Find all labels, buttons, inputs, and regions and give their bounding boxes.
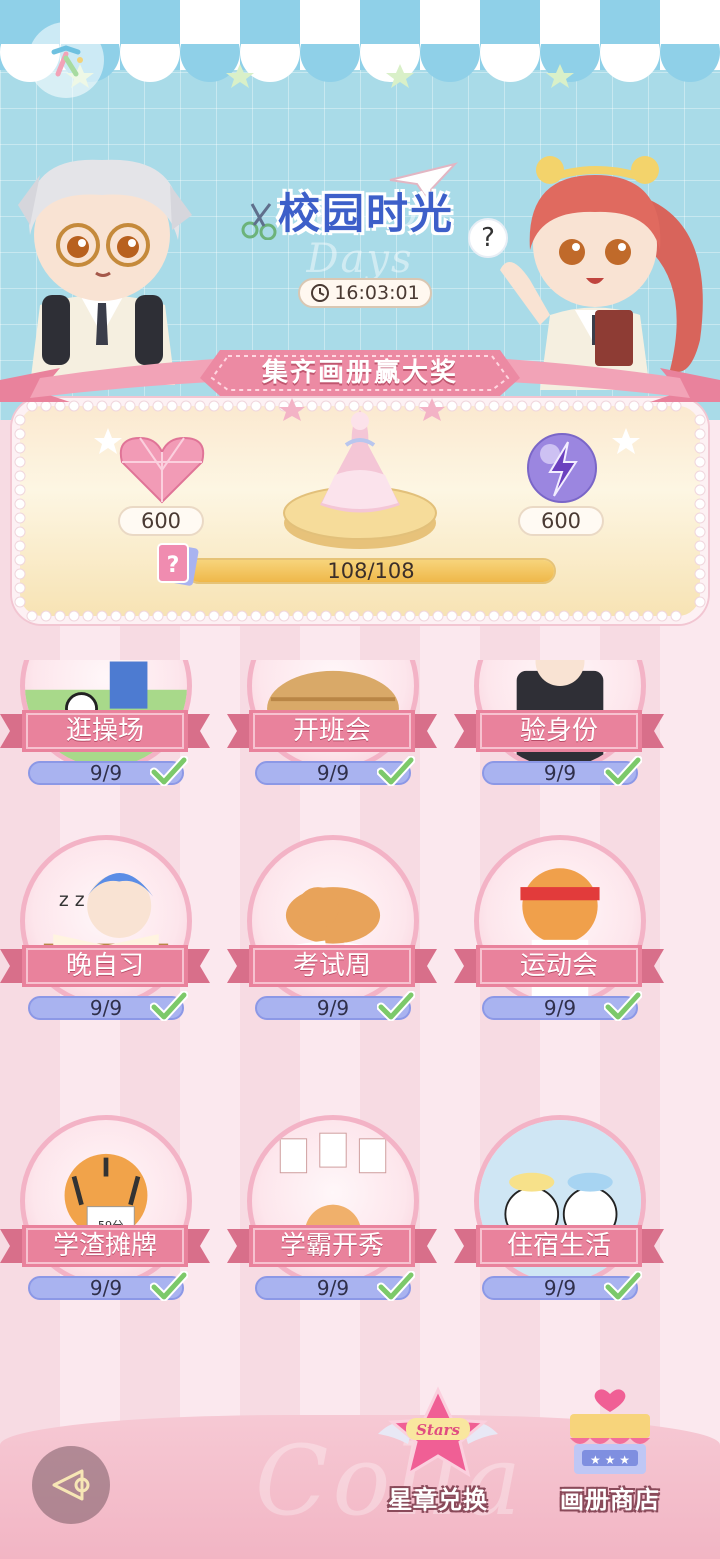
star-exchange-button[interactable]: Stars 星章兑换 (368, 1384, 508, 1524)
album-title: 开班会 (292, 716, 371, 746)
scissors-icon (241, 203, 277, 240)
stars-badge-text: Stars (416, 1421, 460, 1439)
shop-stall-icon: ★ ★ ★ (570, 1389, 650, 1474)
svg-text:z z: z z (59, 890, 85, 911)
event-title: 校园时光 (278, 189, 455, 238)
help-button[interactable]: ? (468, 218, 508, 258)
lightning-orb-count: 600 (518, 506, 604, 536)
header-stars (66, 64, 574, 88)
complete-check-icon (604, 991, 642, 1021)
album-grid: 逛操场9/9开班会9/9验身份9/9z z晚自习9/9考试周9/9运动会9/95… (0, 660, 720, 1360)
back-arrow-icon (52, 1469, 90, 1501)
heart-gem-count: 600 (118, 506, 204, 536)
clock-icon (311, 284, 330, 302)
svg-text:?: ? (167, 553, 180, 578)
album-title: 逛操场 (65, 716, 144, 746)
album-title: 考试周 (292, 951, 371, 981)
complete-check-icon (377, 756, 415, 786)
complete-check-icon (377, 991, 415, 1021)
complete-check-icon (150, 756, 188, 786)
dress-outfit-on-pedestal[interactable] (280, 405, 440, 555)
reward-banner-title: 集齐画册赢大奖 (261, 358, 458, 388)
album-title: 运动会 (519, 951, 598, 981)
back-button[interactable] (32, 1446, 110, 1524)
countdown-timer: 16:03:01 (298, 278, 432, 308)
event-title-area: School Days 校园时光 ? 16:03:01 (240, 160, 510, 310)
star-badge-icon: Stars (378, 1386, 498, 1478)
album-shop-label: 画册商店 (560, 1486, 660, 1514)
collection-progress: 108/108 ? (152, 542, 562, 586)
album-title: 学渣摊牌 (52, 1231, 157, 1261)
complete-check-icon (604, 756, 642, 786)
album-title: 验身份 (519, 716, 598, 746)
mystery-card-icon: ? (157, 543, 199, 586)
reward-lightning-orb[interactable]: 600 (512, 430, 612, 540)
timer-text: 16:03:01 (334, 282, 420, 304)
album-title: 晚自习 (65, 951, 144, 981)
progress-text: 108/108 (327, 559, 415, 583)
star-exchange-label: 星章兑换 (388, 1486, 488, 1514)
album-title: 住宿生活 (506, 1231, 611, 1261)
complete-check-icon (377, 1271, 415, 1301)
svg-text:★ ★ ★: ★ ★ ★ (590, 1453, 630, 1467)
logo-icon (51, 45, 83, 77)
reward-heart-gem[interactable]: 600 (112, 430, 212, 540)
pink-heart-gem-icon (119, 436, 205, 504)
complete-check-icon (150, 991, 188, 1021)
complete-check-icon (150, 1271, 188, 1301)
album-shop-button[interactable]: ★ ★ ★ 画册商店 (540, 1384, 680, 1524)
complete-check-icon (604, 1271, 642, 1301)
album-title: 学霸开秀 (279, 1231, 384, 1261)
purple-lightning-orb-icon (527, 433, 597, 503)
app-logo (28, 22, 104, 98)
